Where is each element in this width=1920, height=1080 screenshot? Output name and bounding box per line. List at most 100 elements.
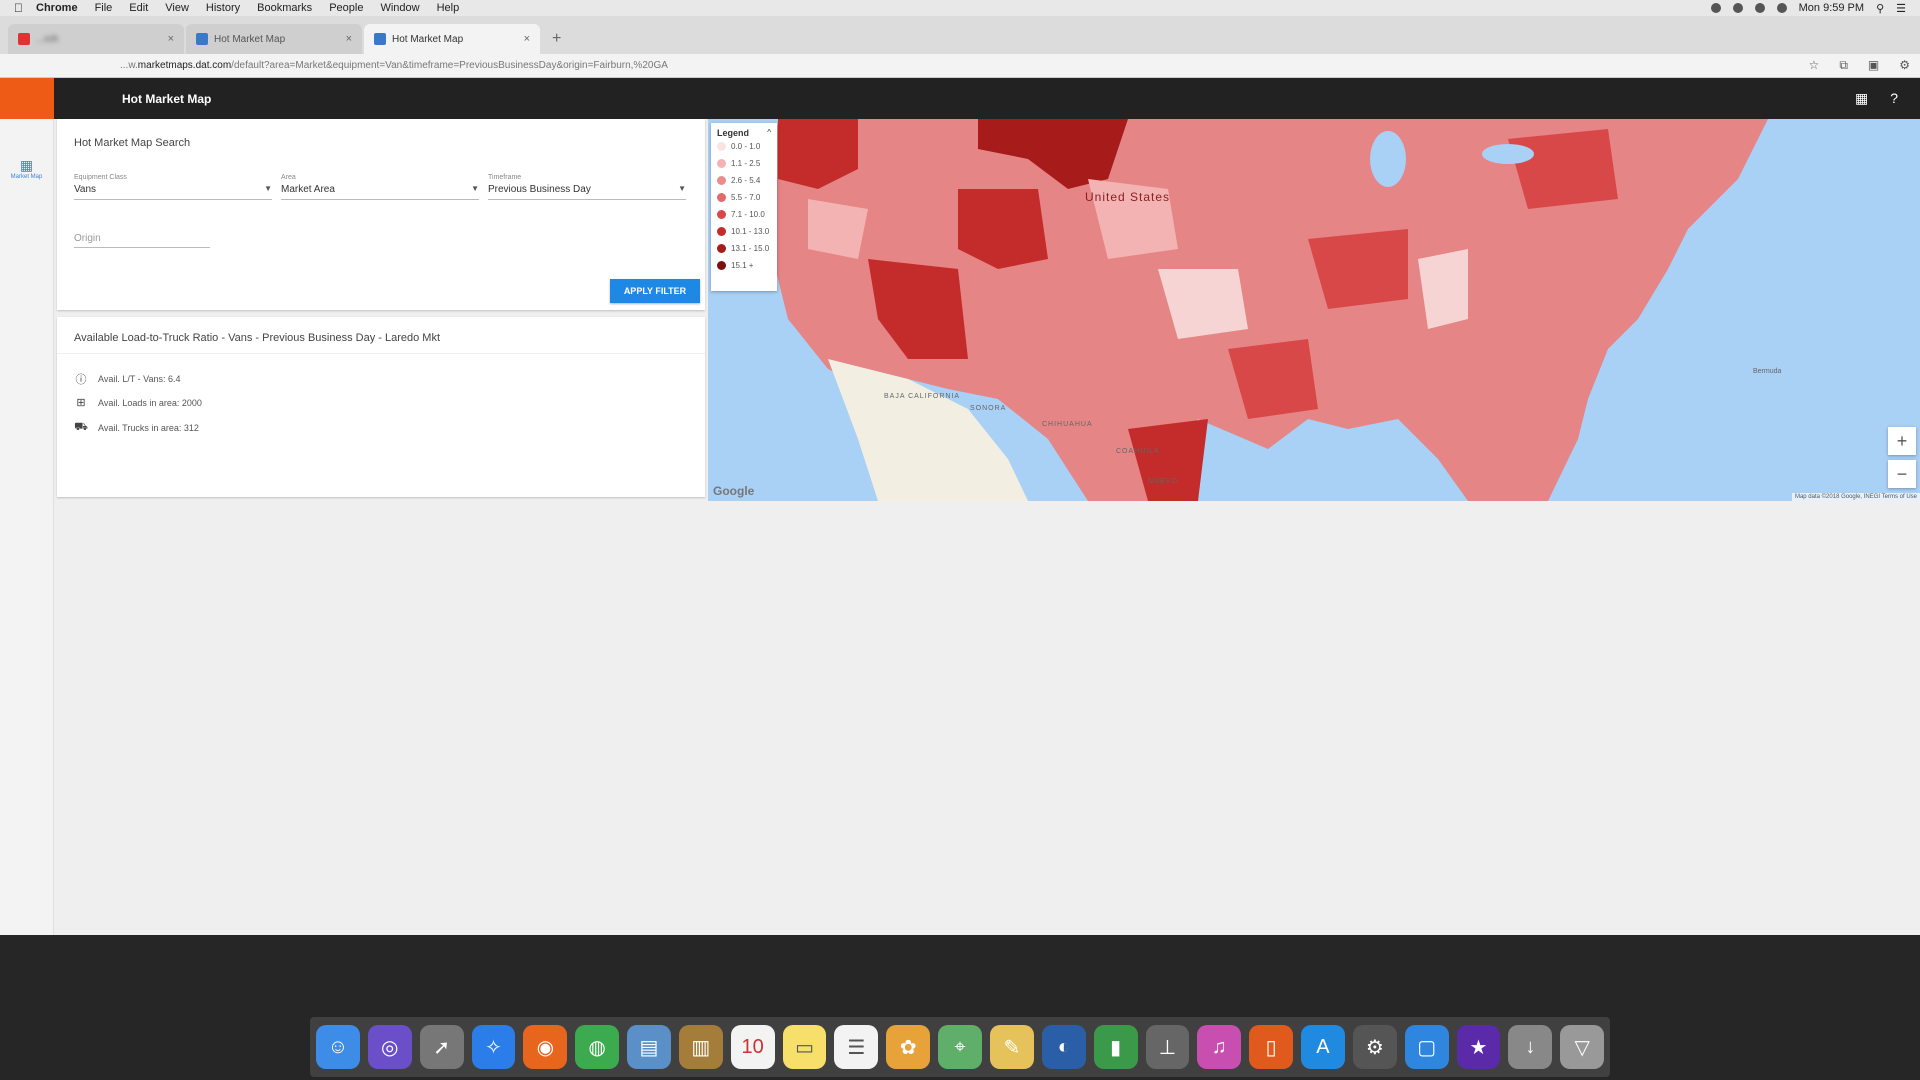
side-nav: ▦ Market Map — [0, 119, 54, 935]
status-icon[interactable] — [1710, 3, 1721, 13]
tab-hot-market-map-2[interactable]: Hot Market Map × — [364, 24, 540, 54]
notes-icon[interactable]: ▭ — [782, 1025, 827, 1069]
legend-entry: 10.1 - 13.0 — [717, 223, 771, 240]
map-legend[interactable]: Legend ^ 0.0 - 1.0 1.1 - 2.5 2.6 - 5.4 5.5 -… — [711, 123, 777, 291]
app-store-icon[interactable]: A — [1301, 1025, 1345, 1069]
map-icon: ▦ — [19, 157, 34, 173]
map-canvas[interactable] — [708, 119, 1920, 501]
address-bar[interactable]: ...w.marketmaps.dat.com/default?area=Mar… — [0, 54, 1920, 78]
cast-icon[interactable]: ⧉ — [1839, 58, 1848, 73]
equipment-class-value: Vans — [74, 184, 97, 195]
photos-icon[interactable]: ✿ — [886, 1025, 931, 1069]
menu-edit[interactable]: Edit — [129, 2, 148, 14]
close-tab-icon[interactable]: × — [346, 33, 352, 45]
equipment-class-label: Equipment Class — [74, 174, 127, 181]
pages-icon[interactable]: ✎ — [989, 1025, 1034, 1069]
apply-filter-button[interactable]: APPLY FILTER — [610, 279, 700, 303]
close-tab-icon[interactable]: × — [168, 33, 174, 45]
tab-search[interactable]: ...rch × — [8, 24, 184, 54]
apple-icon[interactable]:  — [14, 2, 28, 14]
safari-icon[interactable]: ✧ — [471, 1025, 516, 1069]
search-heading: Hot Market Map Search — [74, 137, 191, 149]
legend-entry: 1.1 - 2.5 — [717, 155, 771, 172]
zoom-out-button[interactable]: − — [1888, 460, 1916, 488]
map-label-chihuahua: CHIHUAHUA — [1042, 421, 1093, 428]
legend-range: 5.5 - 7.0 — [731, 193, 761, 202]
menu-file[interactable]: File — [95, 2, 113, 14]
origin-input[interactable]: Origin — [74, 233, 210, 248]
system-preferences-icon[interactable]: ⚙ — [1352, 1025, 1397, 1069]
dropbox-icon[interactable] — [1732, 3, 1743, 13]
calendar-icon[interactable]: 10 — [730, 1025, 775, 1069]
contacts-icon[interactable]: ▥ — [678, 1025, 723, 1069]
firefox-icon[interactable]: ◉ — [523, 1025, 568, 1069]
legend-entry: 0.0 - 1.0 — [717, 138, 771, 155]
new-tab-button[interactable]: + — [552, 30, 561, 48]
stat-loads: ⊞ Avail. Loads in area: 2000 — [74, 396, 202, 409]
menu-window[interactable]: Window — [380, 2, 419, 14]
legend-swatch — [717, 159, 726, 168]
brand-logo[interactable] — [0, 78, 54, 119]
menu-help[interactable]: Help — [437, 2, 460, 14]
menu-people[interactable]: People — [329, 2, 363, 14]
menu-chrome[interactable]: Chrome — [36, 2, 78, 14]
map-region — [808, 199, 868, 259]
legend-swatch — [717, 210, 726, 219]
legend-rows: 0.0 - 1.0 1.1 - 2.5 2.6 - 5.4 5.5 - 7.0 7.1 … — [717, 138, 771, 274]
google-logo: Google — [713, 484, 755, 498]
screenflow-icon[interactable]: ▢ — [1404, 1025, 1449, 1069]
app-header: Hot Market Map ▦ ? — [0, 78, 1920, 119]
map-label-sonora: SONORA — [970, 405, 1007, 412]
stat-text: Avail. L/T - Vans: 6.4 — [98, 374, 181, 384]
apps-grid-icon[interactable]: ▦ — [1855, 90, 1868, 107]
nav-item-market-map[interactable]: ▦ Market Map — [0, 157, 53, 180]
numbers-icon[interactable]: ▮ — [1093, 1025, 1138, 1069]
chrome-icon[interactable]: ◍ — [575, 1025, 620, 1069]
downloads-icon[interactable]: ↓ — [1508, 1025, 1553, 1069]
menu-view[interactable]: View — [165, 2, 189, 14]
ibooks-icon[interactable]: ▯ — [1249, 1025, 1294, 1069]
launchpad-icon[interactable]: ➚ — [419, 1025, 464, 1069]
bookmark-star-icon[interactable]: ☆ — [1809, 58, 1820, 73]
legend-entry: 5.5 - 7.0 — [717, 189, 771, 206]
tab-hot-market-map-1[interactable]: Hot Market Map × — [186, 24, 362, 54]
menu-bookmarks[interactable]: Bookmarks — [257, 2, 312, 14]
timeframe-label: Timeframe — [488, 174, 522, 181]
equipment-class-select[interactable]: Equipment Class Vans ▼ — [74, 174, 272, 200]
area-select[interactable]: Area Market Area ▼ — [281, 174, 479, 200]
map-label-bermuda: Bermuda — [1753, 368, 1782, 375]
clock[interactable]: Mon 9:59 PM — [1799, 2, 1864, 14]
market-map[interactable]: United States BAJA CALIFORNIA SONORA CHI… — [708, 119, 1920, 501]
maps-icon[interactable]: ⌖ — [938, 1025, 982, 1069]
help-icon[interactable]: ? — [1890, 90, 1898, 107]
tab-favicon — [18, 33, 30, 45]
browser-tab-bar: ...rch × Hot Market Map × Hot Market Map… — [0, 16, 1920, 54]
spotlight-icon[interactable]: ⚲ — [1876, 2, 1884, 15]
timeframe-select[interactable]: Timeframe Previous Business Day ▼ — [488, 174, 686, 200]
notification-center-icon[interactable]: ☰ — [1896, 2, 1906, 15]
imovie-icon[interactable]: ★ — [1456, 1025, 1501, 1069]
settings-icon[interactable]: ⚙ — [1899, 58, 1910, 73]
wifi-icon[interactable] — [1776, 3, 1787, 13]
finder-icon[interactable]: ☺ — [316, 1025, 360, 1069]
map-attribution[interactable]: Map data ©2018 Google, INEGI Terms of Us… — [1791, 493, 1920, 501]
keynote-icon[interactable]: ⊥ — [1145, 1025, 1190, 1069]
close-tab-icon[interactable]: × — [524, 33, 530, 45]
reminders-icon[interactable]: ☰ — [834, 1025, 879, 1069]
bluetooth-icon[interactable] — [1754, 3, 1765, 13]
chevron-up-icon[interactable]: ^ — [767, 128, 771, 138]
legend-header[interactable]: Legend ^ — [717, 128, 771, 138]
url-text[interactable]: ...w.marketmaps.dat.com/default?area=Mar… — [120, 60, 668, 71]
itunes-icon[interactable]: ♫ — [1197, 1025, 1242, 1069]
map-label-baja: BAJA CALIFORNIA — [884, 393, 961, 400]
chevron-down-icon: ▼ — [471, 184, 479, 193]
trash-icon[interactable]: ▽ — [1560, 1025, 1605, 1069]
quicktime-icon[interactable]: ◐ — [1041, 1025, 1086, 1069]
preview-icon[interactable]: ▤ — [627, 1025, 671, 1069]
extension-icon[interactable]: ▣ — [1868, 58, 1879, 73]
menu-history[interactable]: History — [206, 2, 240, 14]
zoom-in-button[interactable]: + — [1888, 427, 1916, 455]
chevron-down-icon: ▼ — [678, 184, 686, 193]
siri-icon[interactable]: ◎ — [367, 1025, 412, 1069]
legend-swatch — [717, 227, 726, 236]
